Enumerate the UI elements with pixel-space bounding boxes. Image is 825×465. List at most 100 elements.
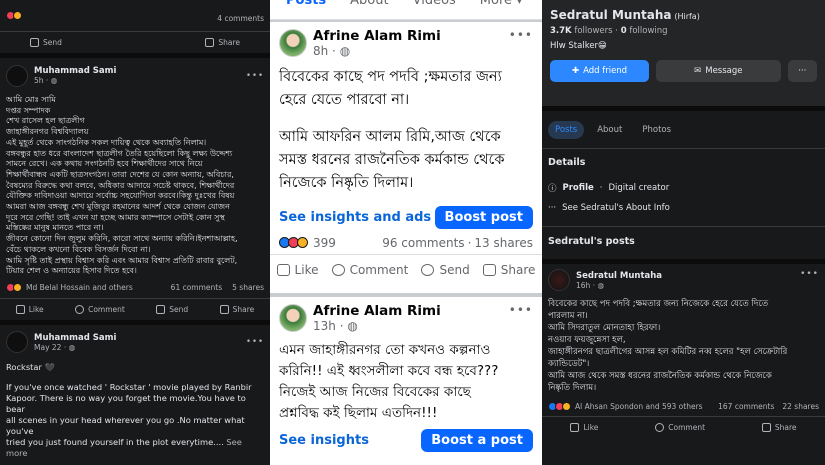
text-line: বিবেকের কাছে পদ পদবি ;ক্ষমতার জন্য [279, 69, 502, 85]
more-options-icon[interactable]: ••• [509, 303, 533, 317]
comments-count[interactable]: 167 comments [718, 402, 774, 411]
reaction-icons[interactable] [6, 11, 22, 23]
details-section: Details ⓘ Profile · Digital creator ··· S… [542, 149, 825, 213]
about-info-link[interactable]: ··· See Sedratul's About Info [548, 203, 819, 213]
like-button[interactable]: Like [570, 423, 598, 432]
more-options-icon[interactable]: ••• [246, 71, 264, 81]
top-post-stats: 4 comments [0, 0, 270, 31]
haha-icon [297, 237, 308, 248]
text-line: নিজেই আজ নিজের বিবেকের কাছে [279, 384, 471, 400]
tab-about[interactable]: About [350, 0, 388, 8]
text-line: tried you just found yourself in the plo… [6, 436, 224, 447]
share-button[interactable]: Share [482, 263, 535, 277]
following-label[interactable]: following [629, 26, 667, 36]
post-author[interactable]: Afrine Alam Rimi [313, 303, 441, 319]
text-line: বেঁচে থাকলে কখনো বিবেক বিসর্জন দিবো না। [6, 244, 151, 254]
avatar[interactable] [548, 269, 570, 291]
share-button[interactable]: Share [205, 38, 240, 47]
comments-count[interactable]: 4 comments [217, 14, 264, 23]
text-line: করিনি!! এই ধ্বংসলীলা কবে বন্ধ হবে??? [279, 363, 499, 379]
haha-icon [562, 402, 571, 411]
messenger-icon [30, 38, 39, 47]
text-line: আমি সিদরাতুল মোনতাহা হিরফা। [548, 323, 661, 333]
more-dots-icon: ··· [548, 203, 557, 213]
avatar[interactable] [6, 64, 28, 87]
avatar[interactable] [279, 29, 307, 57]
avatar[interactable] [279, 304, 307, 332]
reactors-text[interactable]: Md Belal Hossain and others [26, 283, 133, 292]
tab-more[interactable]: More ▾ [480, 0, 523, 8]
more-icon: ··· [798, 66, 807, 76]
tab-posts[interactable]: Posts [286, 0, 326, 8]
more-options-icon[interactable]: ••• [246, 337, 264, 347]
text-line: মস্তিষ্কের মানুষ মানতে পারে না। [6, 223, 104, 233]
message-button[interactable]: ✉ Message [656, 60, 781, 82]
like-button[interactable]: Like [276, 263, 318, 277]
share-icon [205, 38, 215, 47]
posts-section-title: Sedratul's posts [548, 236, 635, 247]
comment-button[interactable]: Comment [655, 423, 705, 432]
globe-icon: ◍ [347, 319, 358, 333]
text-line: যৌক্তিক দাবিদাওয়া আদায়ে সর্বোচ্চ সহযোগ… [6, 191, 235, 201]
tab-photos[interactable]: Photos [635, 121, 678, 139]
post-time[interactable]: 5h · [34, 76, 51, 85]
left-feed-panel: 4 comments Send Share Muhammad Sami 5h ·… [0, 0, 270, 465]
comments-count[interactable]: 96 comments [382, 236, 464, 250]
boost-post-button[interactable]: Boost a post [421, 429, 533, 452]
post-author[interactable]: Sedratul Muntaha [576, 271, 662, 281]
comment-button[interactable]: Comment [331, 263, 408, 277]
share-button[interactable]: Share [219, 304, 254, 314]
post-time[interactable]: May 22 · [34, 343, 69, 352]
post-time[interactable]: 8h · [313, 44, 340, 58]
text-line: বৈষম্যের বিরুদ্ধে কথা বলবে, অধিকার আদায়… [6, 180, 235, 190]
post-time[interactable]: 16h · [576, 281, 597, 290]
text-line: শিক্ষার্থীবান্ধব একটি ছাত্রসংগঠন। তারা দ… [6, 169, 234, 179]
profile-label: Profile [562, 183, 594, 193]
more-options-icon[interactable]: ••• [509, 28, 533, 42]
text-line: বঙ্গবন্ধুর হাত ধরে বাংলাদেশ ছাত্রলীগ তৈর… [6, 148, 233, 158]
more-options-icon[interactable]: ••• [800, 269, 819, 279]
see-insights-link[interactable]: See insights and ads [279, 210, 431, 225]
send-button[interactable]: Send [30, 38, 62, 47]
see-insights-link[interactable]: See insights [279, 433, 369, 448]
more-options-button[interactable]: ··· [787, 60, 817, 82]
text-line: এমন জাহাঙ্গীরনগর তো কখনও কল্পনাও [279, 342, 491, 358]
profile-category: Digital creator [608, 183, 670, 193]
tab-videos[interactable]: Videos [413, 0, 456, 8]
thumbs-up-icon [15, 304, 25, 314]
avatar[interactable] [6, 331, 28, 354]
text-line: জাহাঙ্গীরনগর ছাত্রলীগের আসন্ন হল কমিটির … [548, 347, 788, 357]
share-button[interactable]: Share [761, 423, 797, 432]
send-button[interactable]: Send [421, 263, 470, 277]
post-author[interactable]: Muhammad Sami [34, 66, 116, 76]
shares-count[interactable]: 13 shares [474, 236, 533, 250]
tab-about[interactable]: About [590, 121, 629, 139]
post-author[interactable]: Muhammad Sami [34, 333, 116, 343]
post-stats: Md Belal Hossain and others 61 comments … [0, 278, 270, 298]
like-button[interactable]: Like [15, 304, 44, 314]
shares-count[interactable]: 22 shares [782, 402, 819, 411]
followers-label[interactable]: followers [574, 26, 612, 36]
text-line: টিয়ার শেল ও অন্যায়ের হিসাব দিতে হবে। [6, 266, 137, 276]
tab-posts[interactable]: Posts [548, 121, 585, 139]
haha-icon [13, 283, 22, 293]
followers-count[interactable]: 3.7K [550, 26, 572, 36]
post-text: এমন জাহাঙ্গীরনগর তো কখনও কল্পনাও করিনি!!… [270, 340, 542, 424]
post-time[interactable]: 13h · [313, 319, 347, 333]
text-line: Rockstar 🖤 [6, 361, 55, 372]
post-author[interactable]: Afrine Alam Rimi [313, 28, 441, 44]
reaction-count[interactable]: 399 [313, 236, 336, 250]
text-line: আমি মোঃ সামি [6, 95, 56, 104]
boost-post-button[interactable]: Boost post [434, 206, 533, 229]
comment-button[interactable]: Comment [75, 304, 125, 314]
post-text: Rockstar 🖤 If you've once watched ' Rock… [0, 362, 270, 459]
comment-icon [655, 423, 665, 432]
post-card: Muhammad Sami 5h · ◍ ••• আমি মোঃ সামি দপ… [0, 58, 270, 320]
send-button[interactable]: Send [156, 304, 188, 314]
shares-count[interactable]: 5 shares [232, 283, 264, 292]
comments-count[interactable]: 61 comments [171, 283, 222, 292]
globe-icon: ◍ [597, 280, 604, 290]
reactors-text[interactable]: Al Ahsan Spondon and 593 others [575, 402, 703, 411]
add-friend-button[interactable]: ✚ Add friend [550, 60, 650, 82]
following-count[interactable]: 0 [621, 26, 627, 36]
